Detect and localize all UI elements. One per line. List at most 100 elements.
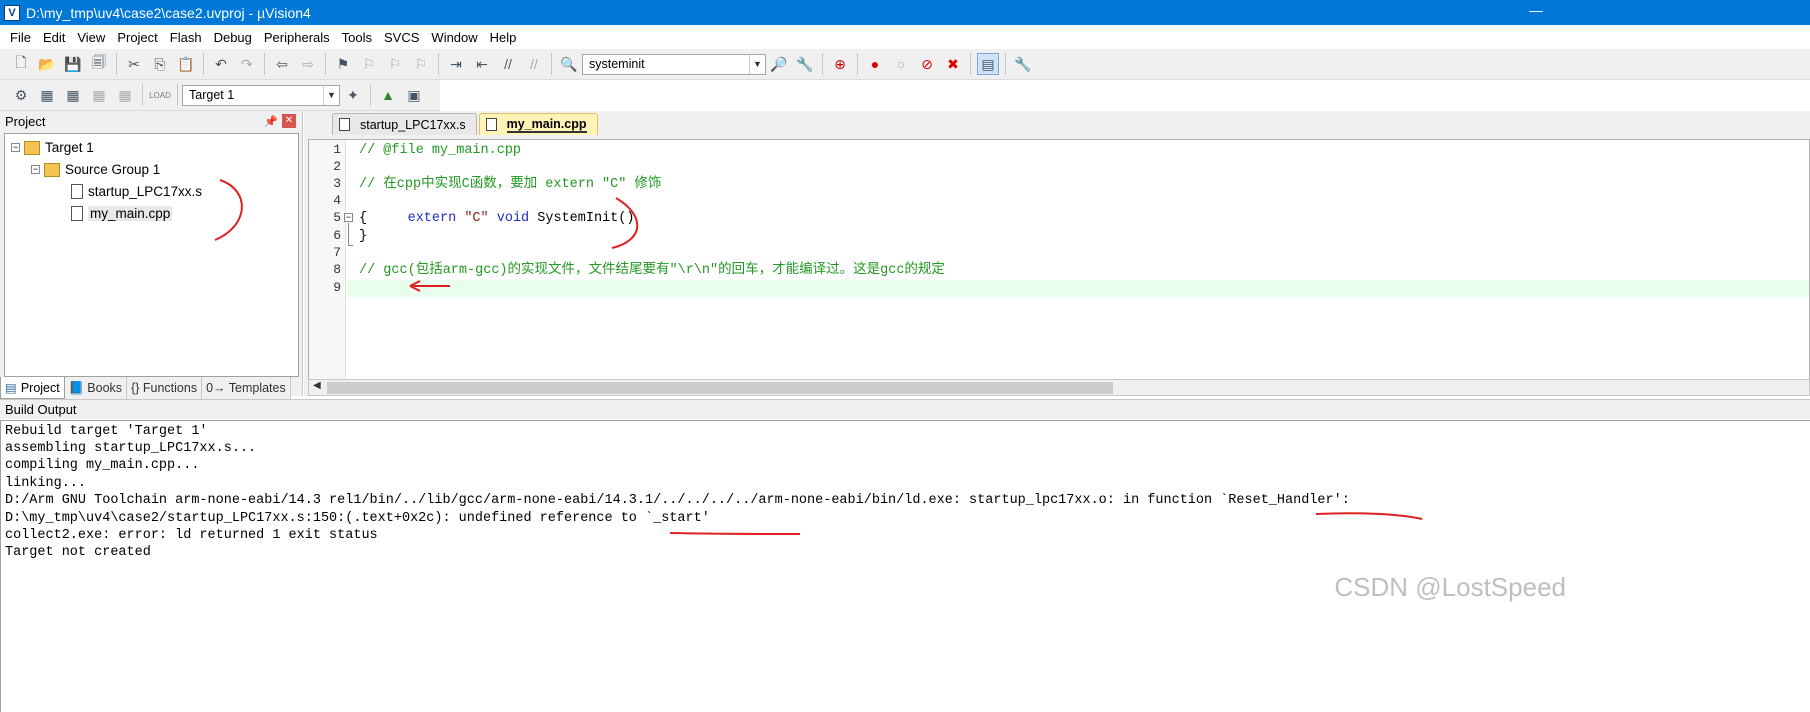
tab-startup-file[interactable]: startup_LPC17xx.s xyxy=(332,113,477,135)
horizontal-scrollbar[interactable]: ◀ xyxy=(308,379,1810,396)
rebuild-icon[interactable]: ▦ xyxy=(62,84,84,106)
window-layout-icon[interactable]: ▤ xyxy=(977,53,999,75)
tab-functions-label: {} Functions xyxy=(131,381,198,395)
uncomment-icon[interactable]: // xyxy=(523,53,545,75)
cut-icon[interactable]: ✂ xyxy=(123,53,145,75)
new-file-icon[interactable]: 🗋 xyxy=(10,53,32,75)
tree-node-group[interactable]: − Source Group 1 xyxy=(31,162,160,177)
menu-svcs[interactable]: SVCS xyxy=(378,30,425,45)
tab-templates-label: 0→ Templates xyxy=(206,381,286,395)
tree-node-target[interactable]: − Target 1 xyxy=(11,140,94,155)
build-icon[interactable]: ▦ xyxy=(36,84,58,106)
tab-functions[interactable]: {} Functions xyxy=(127,377,203,399)
menu-edit[interactable]: Edit xyxy=(37,30,71,45)
tab-main-file[interactable]: my_main.cpp xyxy=(478,113,598,135)
line-number: 3 xyxy=(333,176,341,191)
tree-file-startup[interactable]: startup_LPC17xx.s xyxy=(71,184,202,199)
menu-debug[interactable]: Debug xyxy=(208,30,258,45)
save-all-icon[interactable]: 🗐 xyxy=(88,53,110,75)
enable-breakpoint-icon[interactable]: ○ xyxy=(890,53,912,75)
tab-project[interactable]: ▤ Project xyxy=(0,377,65,399)
menu-project[interactable]: Project xyxy=(111,30,163,45)
file-toolbar: 🗋 📂 💾 🗐 ✂ ⎘ 📋 ↶ ↷ ⇦ ⇨ ⚑ ⚐ ⚐ ⚐ ⇥ ⇤ // // … xyxy=(0,49,1810,80)
translate-icon[interactable]: ⚙ xyxy=(10,84,32,106)
tab-label: my_main.cpp xyxy=(506,116,587,133)
tree-file-main[interactable]: my_main.cpp xyxy=(71,206,173,221)
collapse-icon[interactable]: − xyxy=(11,143,20,152)
open-file-icon[interactable]: 📂 xyxy=(36,53,58,75)
download-icon[interactable]: LOAD xyxy=(149,84,171,106)
build-line: collect2.exe: error: ld returned 1 exit … xyxy=(5,528,378,543)
build-output-pane[interactable]: Rebuild target 'Target 1' assembling sta… xyxy=(0,420,1810,712)
file-icon xyxy=(71,206,83,221)
target-folder-icon xyxy=(24,140,40,155)
tree-group-label: Source Group 1 xyxy=(65,162,161,177)
line-number-gutter: 1 2 3 4 5 6 7 8 9 xyxy=(309,140,346,379)
kill-all-breakpoints-icon[interactable]: ✖ xyxy=(942,53,964,75)
line-number: 9 xyxy=(333,280,341,295)
target-combo[interactable]: Target 1 ▼ xyxy=(182,84,340,106)
configure-icon[interactable]: 🔧 xyxy=(1012,53,1034,75)
clear-bookmarks-icon[interactable]: ⚐ xyxy=(410,53,432,75)
redo-icon[interactable]: ↷ xyxy=(236,53,258,75)
find-in-files-icon[interactable]: 🔍 xyxy=(558,53,580,75)
build-line: assembling startup_LPC17xx.s... xyxy=(5,441,257,456)
menu-file[interactable]: File xyxy=(4,30,37,45)
target-options-icon[interactable]: ✦ xyxy=(342,84,364,106)
navigate-back-icon[interactable]: ⇦ xyxy=(271,53,293,75)
menu-flash[interactable]: Flash xyxy=(164,30,208,45)
incremental-find-icon[interactable]: 🔧 xyxy=(794,53,816,75)
find-combo[interactable]: systeminit ▼ xyxy=(582,53,766,75)
chevron-down-icon[interactable]: ▼ xyxy=(749,54,765,74)
editor-tabs: startup_LPC17xx.s my_main.cpp xyxy=(304,111,1810,135)
scroll-left-icon[interactable]: ◀ xyxy=(313,380,321,391)
build-line: Rebuild target 'Target 1' xyxy=(5,424,208,439)
project-panel-header: Project 📌 ✕ xyxy=(0,111,302,131)
minimize-button[interactable]: — xyxy=(1524,2,1548,22)
build-line: linking... xyxy=(5,476,87,491)
menu-window[interactable]: Window xyxy=(425,30,483,45)
file-icon xyxy=(485,118,497,131)
menu-view[interactable]: View xyxy=(71,30,111,45)
menu-peripherals[interactable]: Peripherals xyxy=(258,30,336,45)
tab-books[interactable]: 📘 Books xyxy=(64,377,128,399)
code-editor[interactable]: 1 2 3 4 5 6 7 8 9 − // @file my_main.cpp… xyxy=(308,139,1810,380)
debug-session-icon[interactable]: ⊕ xyxy=(829,53,851,75)
manage-components-icon[interactable]: ▲ xyxy=(377,84,399,106)
fold-collapse-icon[interactable]: − xyxy=(344,213,353,222)
close-icon[interactable]: ✕ xyxy=(282,114,296,128)
navigate-forward-icon[interactable]: ⇨ xyxy=(297,53,319,75)
pin-icon[interactable]: 📌 xyxy=(264,115,278,128)
indent-icon[interactable]: ⇥ xyxy=(445,53,467,75)
comment-icon[interactable]: // xyxy=(497,53,519,75)
watermark: CSDN @LostSpeed xyxy=(1334,572,1566,602)
undo-icon[interactable]: ↶ xyxy=(210,53,232,75)
stop-build-icon[interactable]: ▦ xyxy=(114,84,136,106)
save-icon[interactable]: 💾 xyxy=(62,53,84,75)
bookmark-icon[interactable]: ⚑ xyxy=(332,53,354,75)
line-number: 5 xyxy=(333,210,341,225)
chevron-down-icon[interactable]: ▼ xyxy=(323,85,339,105)
scrollbar-thumb[interactable] xyxy=(327,382,1113,394)
build-line: D:\my_tmp\uv4\case2/startup_LPC17xx.s:15… xyxy=(5,511,710,526)
tab-project-label: Project xyxy=(20,380,60,395)
collapse-icon[interactable]: − xyxy=(31,165,40,174)
batch-build-icon[interactable]: ▦ xyxy=(88,84,110,106)
disable-all-breakpoints-icon[interactable]: ⊘ xyxy=(916,53,938,75)
menu-help[interactable]: Help xyxy=(484,30,523,45)
multi-project-icon[interactable]: ▣ xyxy=(403,84,425,106)
unindent-icon[interactable]: ⇤ xyxy=(471,53,493,75)
prev-bookmark-icon[interactable]: ⚐ xyxy=(358,53,380,75)
uvision-app-icon: V xyxy=(4,4,20,21)
paste-icon[interactable]: 📋 xyxy=(175,53,197,75)
find-combo-value: systeminit xyxy=(589,57,645,71)
target-combo-value: Target 1 xyxy=(189,88,235,102)
build-line: compiling my_main.cpp... xyxy=(5,458,200,473)
next-bookmark-icon[interactable]: ⚐ xyxy=(384,53,406,75)
insert-breakpoint-icon[interactable]: ● xyxy=(864,53,886,75)
find-icon[interactable]: 🔎 xyxy=(768,53,790,75)
tab-templates[interactable]: 0→ Templates xyxy=(202,377,291,399)
menu-tools[interactable]: Tools xyxy=(336,30,378,45)
copy-icon[interactable]: ⎘ xyxy=(149,53,171,75)
fold-line xyxy=(348,223,349,245)
